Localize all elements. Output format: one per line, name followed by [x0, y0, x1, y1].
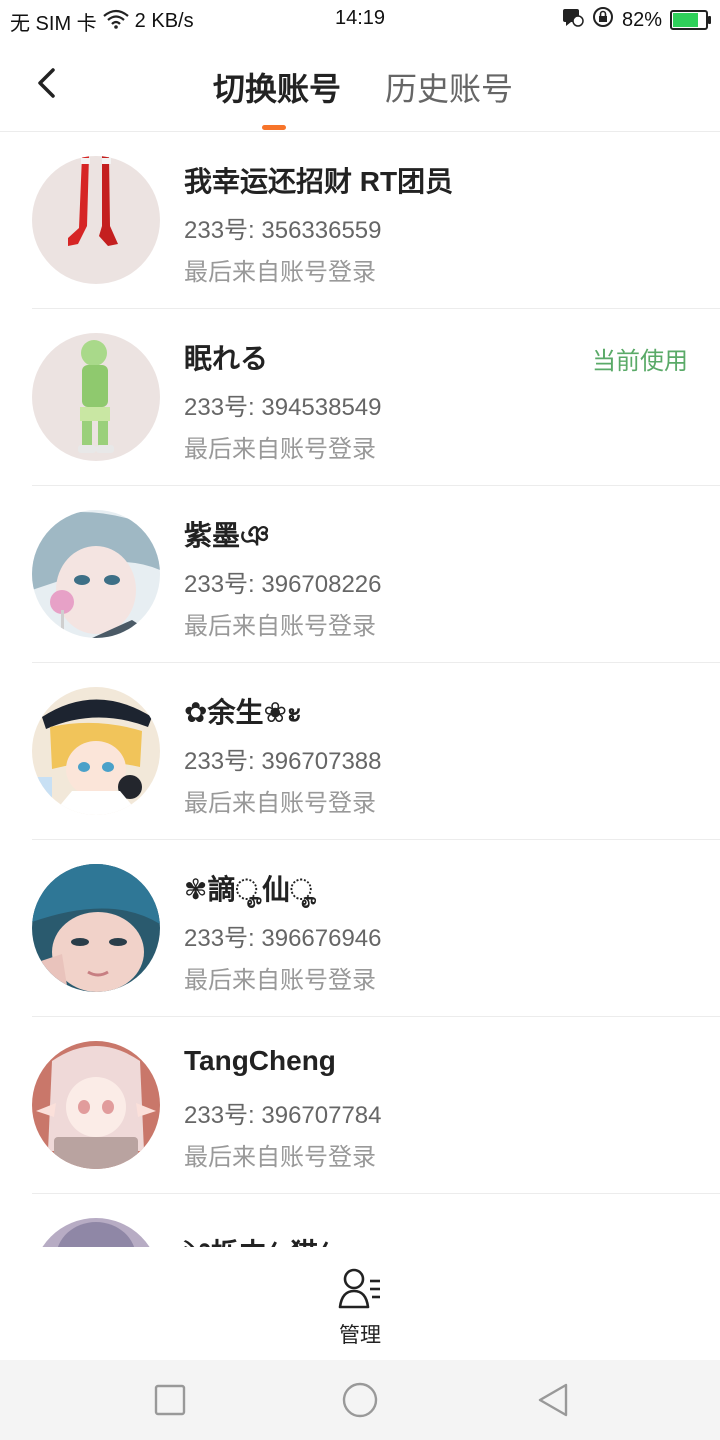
avatar: [32, 333, 160, 461]
account-row[interactable]: 紫墨ঞ 233号: 396708226 最后来自账号登录: [0, 486, 720, 663]
rotation-lock-icon: [592, 6, 614, 34]
account-uid: 233号: 396707388: [184, 748, 382, 775]
avatar: [32, 510, 160, 638]
account-login-source: 最后来自账号登录: [184, 259, 376, 286]
avatar: [32, 156, 160, 284]
account-login-source: 最后来自账号登录: [184, 613, 376, 640]
avatar: [32, 1218, 160, 1247]
account-uid: 233号: 356336559: [184, 217, 382, 244]
recent-apps-icon[interactable]: [150, 1380, 190, 1420]
account-name: 眠れる: [184, 343, 269, 374]
current-account-badge: 当前使用: [592, 348, 688, 375]
account-uid: 233号: 396707784: [184, 1102, 382, 1129]
account-row[interactable]: TangCheng 233号: 396707784 最后来自账号登录: [0, 1017, 720, 1194]
avatar: [32, 1041, 160, 1169]
back-icon[interactable]: [532, 1380, 572, 1420]
status-right: 82%: [562, 6, 711, 34]
account-name: ༄栎中ꦿ猫ꦿ: [184, 1222, 341, 1247]
account-login-source: 最后来自账号登录: [184, 967, 376, 994]
status-bar: 无 SIM 卡 2 KB/s 14:19 82%: [0, 0, 720, 40]
account-name: ✾謫ೄ仙ೄ: [184, 874, 317, 905]
user-manage-icon: [338, 1267, 384, 1316]
header: 切换账号 历史账号: [0, 40, 720, 132]
battery-icon: [670, 10, 711, 30]
account-uid: 233号: 396708226: [184, 571, 382, 598]
navigation-bar: [0, 1360, 720, 1440]
home-icon[interactable]: [340, 1380, 380, 1420]
account-row[interactable]: 我幸运还招财 RT团员 233号: 356336559 最后来自账号登录: [0, 132, 720, 309]
account-row[interactable]: ✿余生❀ะ 233号: 396707388 最后来自账号登录: [0, 663, 720, 840]
account-row[interactable]: 眠れる 233号: 394538549 最后来自账号登录 当前使用: [0, 309, 720, 486]
account-login-source: 最后来自账号登录: [184, 790, 376, 817]
manage-button[interactable]: 管理: [320, 1267, 400, 1347]
account-list: 我幸运还招财 RT团员 233号: 356336559 最后来自账号登录 眠れる…: [0, 132, 720, 1247]
account-name: 我幸运还招财 RT团员: [184, 166, 454, 197]
tab-history-account[interactable]: 历史账号: [385, 64, 513, 110]
account-name: 紫墨ঞ: [184, 520, 270, 551]
battery-percent: 82%: [621, 8, 662, 31]
account-login-source: 最后来自账号登录: [184, 1144, 376, 1171]
bottom-bar: 管理: [0, 1247, 720, 1360]
avatar: [32, 687, 160, 815]
account-login-source: 最后来自账号登录: [184, 436, 376, 463]
account-name: ✿余生❀ะ: [184, 697, 302, 728]
account-row[interactable]: ༄栎中ꦿ猫ꦿ: [0, 1194, 720, 1247]
avatar: [32, 864, 160, 992]
account-uid: 233号: 396676946: [184, 925, 382, 952]
account-uid: 233号: 394538549: [184, 394, 382, 421]
message-icon: [562, 7, 584, 33]
active-tab-indicator: [262, 125, 286, 130]
manage-label: 管理: [339, 1324, 381, 1347]
chevron-left-icon[interactable]: [22, 58, 72, 108]
account-row[interactable]: ✾謫ೄ仙ೄ 233号: 396676946 最后来自账号登录: [0, 840, 720, 1017]
account-name: TangCheng: [184, 1045, 336, 1076]
tab-switch-account[interactable]: 切换账号: [213, 64, 341, 110]
